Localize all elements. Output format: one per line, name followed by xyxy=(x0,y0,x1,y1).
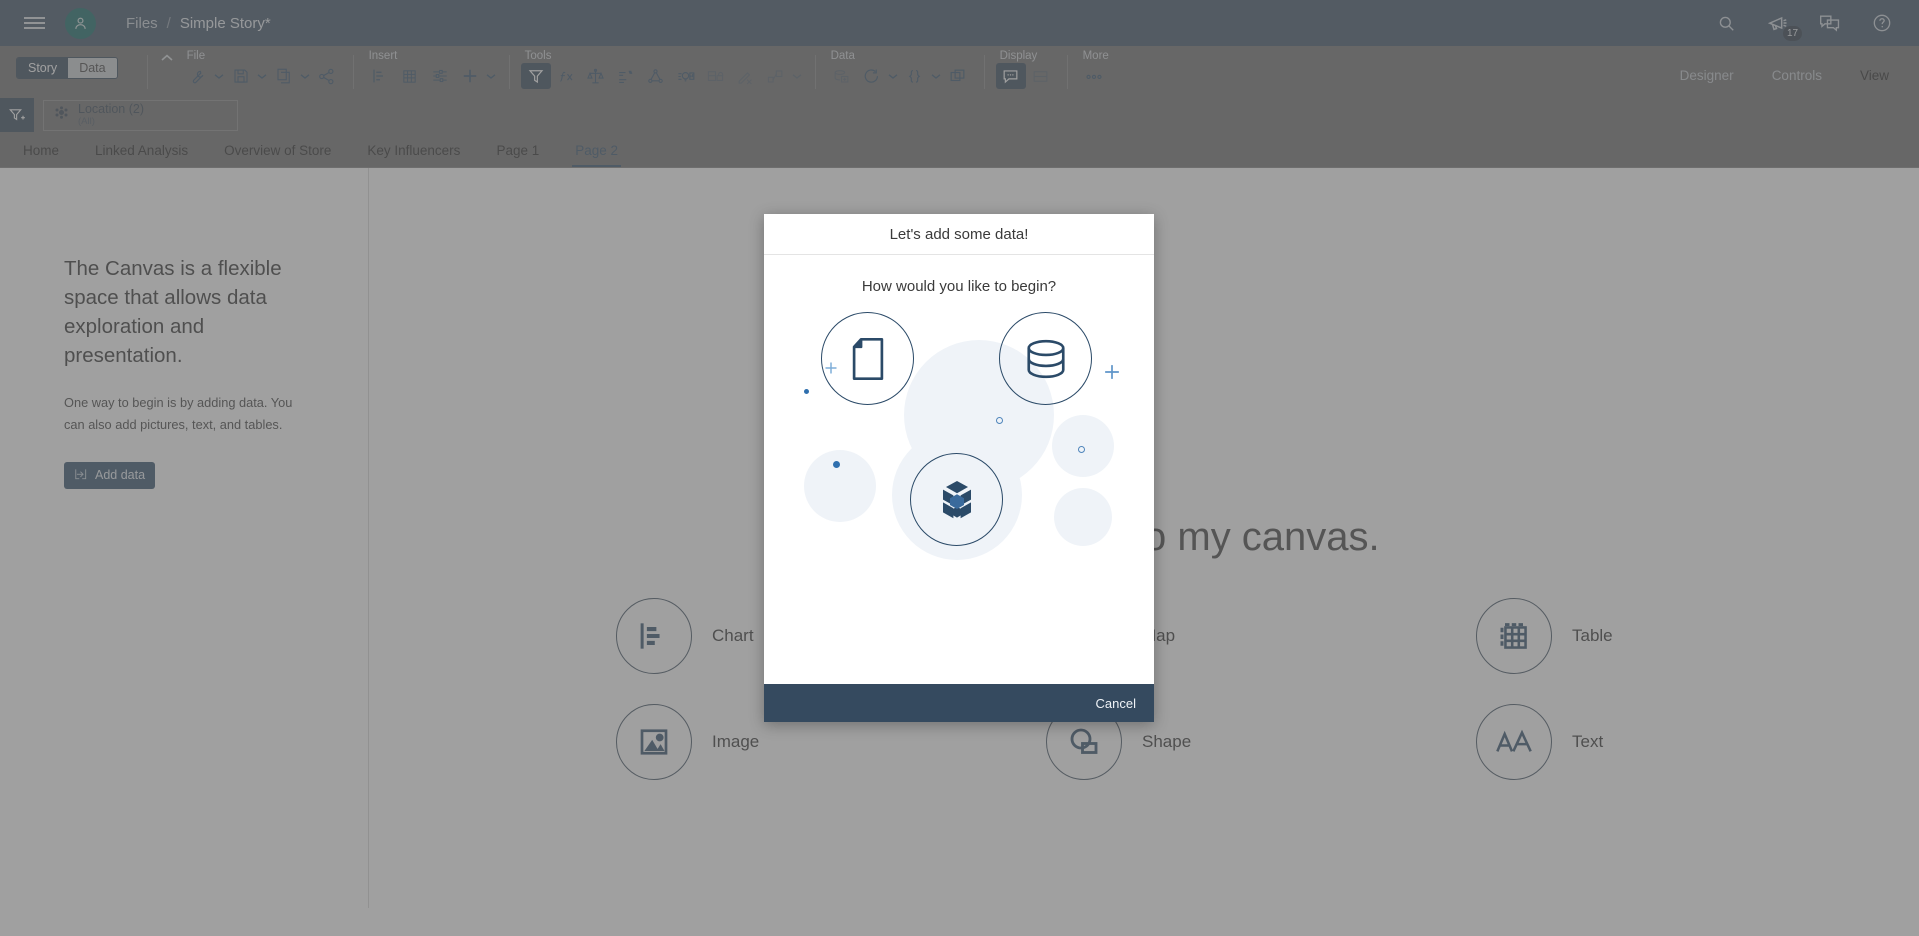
cancel-button[interactable]: Cancel xyxy=(1088,692,1144,715)
add-data-modal: Let's add some data! How would you like … xyxy=(764,214,1154,722)
decor-ring xyxy=(996,417,1003,424)
decor-blob xyxy=(1054,488,1112,546)
decor-dot xyxy=(804,389,809,394)
file-source-option[interactable] xyxy=(821,312,914,405)
modal-title: Let's add some data! xyxy=(764,214,1154,255)
decor-ring xyxy=(1078,446,1085,453)
decor-sparkle xyxy=(1104,364,1120,384)
application-window: Files / Simple Story* 17 xyxy=(0,0,1919,936)
modal-question: How would you like to begin? xyxy=(861,278,1057,295)
decor-blob xyxy=(804,450,876,522)
database-source-option[interactable] xyxy=(999,312,1092,405)
model-source-option[interactable] xyxy=(910,453,1003,546)
decor-dot xyxy=(833,461,840,468)
modal-body: How would you like to begin? xyxy=(764,255,1154,684)
modal-decorative-art xyxy=(764,310,1154,610)
modal-footer: Cancel xyxy=(764,684,1154,722)
